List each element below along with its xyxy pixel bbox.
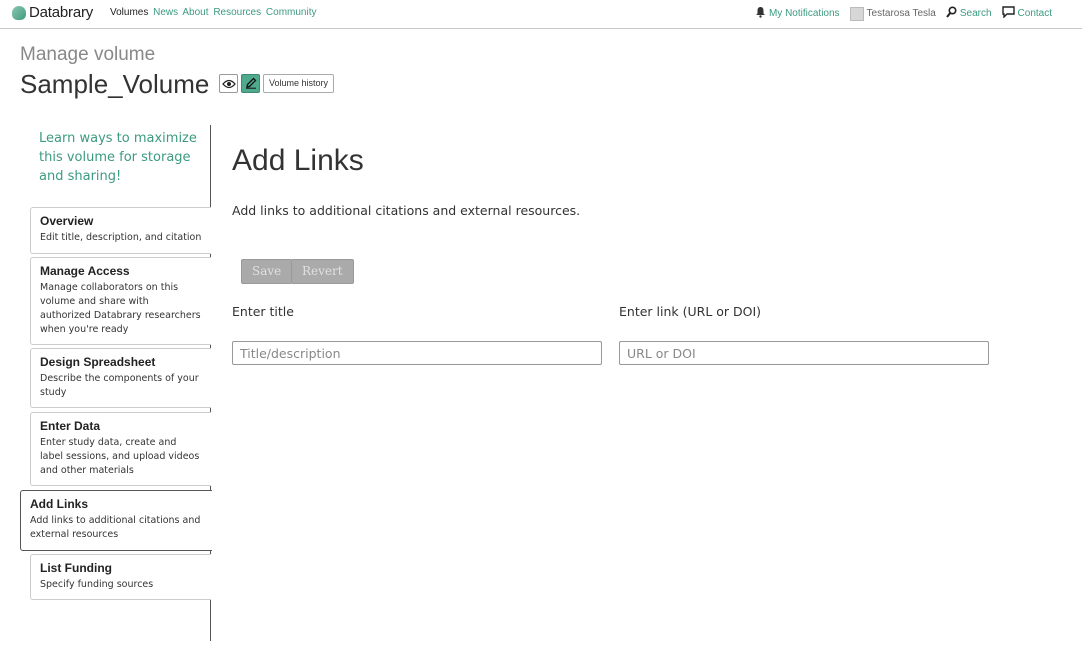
title-field-label: Enter title: [232, 304, 294, 319]
notifications-link[interactable]: My Notifications: [755, 6, 840, 21]
chat-bubble-icon: [1001, 6, 1015, 21]
brand-name: Databrary: [29, 4, 94, 21]
user-name: Testarosa Tesla: [866, 8, 936, 19]
page-description: Add links to additional citations and ex…: [232, 203, 581, 218]
volume-title: Sample_Volume: [20, 69, 210, 99]
nav-volumes[interactable]: Volumes: [110, 7, 148, 18]
sidebar-item-list-funding[interactable]: List Funding Specify funding sources: [30, 554, 211, 600]
contact-link[interactable]: Contact: [1001, 6, 1052, 21]
sidebar-item-design-spreadsheet[interactable]: Design Spreadsheet Describe the componen…: [30, 348, 211, 408]
volume-actions: Volume history: [219, 74, 335, 93]
databrary-logo[interactable]: Databrary: [12, 4, 93, 21]
nav-about[interactable]: About: [182, 7, 208, 18]
main-nav-links: Volumes News About Resources Community: [110, 7, 318, 18]
link-field-label: Enter link (URL or DOI): [619, 304, 762, 319]
search-icon: [946, 6, 957, 21]
sidebar-item-title: Design Spreadsheet: [40, 355, 156, 369]
avatar: [849, 6, 864, 21]
sidebar-item-overview[interactable]: Overview Edit title, description, and ci…: [30, 207, 211, 254]
eye-icon: [221, 74, 236, 93]
sidebar-item-enter-data[interactable]: Enter Data Enter study data, create and …: [30, 412, 211, 486]
sidebar-item-title: Enter Data: [40, 419, 101, 433]
sidebar-item-desc: Manage collaborators on this volume and …: [40, 282, 201, 335]
notifications-label: My Notifications: [768, 8, 840, 19]
sidebar-item-desc: Describe the components of your study: [40, 373, 199, 398]
sidebar-item-desc: Enter study data, create and label sessi…: [40, 437, 200, 476]
sidebar-item-desc: Add links to additional citations and ex…: [30, 515, 201, 540]
pencil-icon: [245, 74, 257, 93]
sidebar-tip-link[interactable]: Learn ways to maximize this volume for s…: [39, 129, 199, 186]
search-link[interactable]: Search: [946, 6, 992, 21]
save-button[interactable]: Save: [241, 259, 293, 284]
sidebar-item-desc: Edit title, description, and citation: [40, 232, 202, 243]
top-navbar: Databrary Volumes News About Resources C…: [0, 0, 1082, 29]
revert-button[interactable]: Revert: [291, 259, 354, 284]
sidebar-item-title: Manage Access: [40, 264, 130, 278]
page-subtitle: Manage volume: [20, 44, 156, 65]
nav-community[interactable]: Community: [266, 7, 317, 18]
sidebar-item-manage-access[interactable]: Manage Access Manage collaborators on th…: [30, 257, 211, 345]
nav-resources[interactable]: Resources: [213, 7, 261, 18]
title-input[interactable]: [232, 341, 602, 365]
page-title: Add Links: [232, 144, 364, 177]
sidebar-item-title: List Funding: [40, 561, 112, 575]
sidebar-item-desc: Specify funding sources: [40, 579, 154, 590]
bell-icon: [755, 6, 766, 21]
search-label: Search: [959, 8, 992, 19]
user-nav: My Notifications Testarosa Tesla Search …: [745, 6, 1052, 21]
sidebar-item-add-links[interactable]: Add Links Add links to additional citati…: [20, 490, 212, 551]
volume-history-button[interactable]: Volume history: [263, 74, 335, 93]
link-input[interactable]: [619, 341, 989, 365]
contact-label: Contact: [1017, 8, 1052, 19]
sidebar-item-title: Add Links: [30, 497, 89, 511]
sidebar-item-title: Overview: [40, 214, 94, 228]
view-volume-button[interactable]: [219, 74, 238, 93]
user-profile-link[interactable]: Testarosa Tesla: [849, 6, 936, 21]
edit-volume-button[interactable]: [241, 74, 260, 93]
logo-icon: [12, 5, 26, 20]
nav-news[interactable]: News: [153, 7, 178, 18]
